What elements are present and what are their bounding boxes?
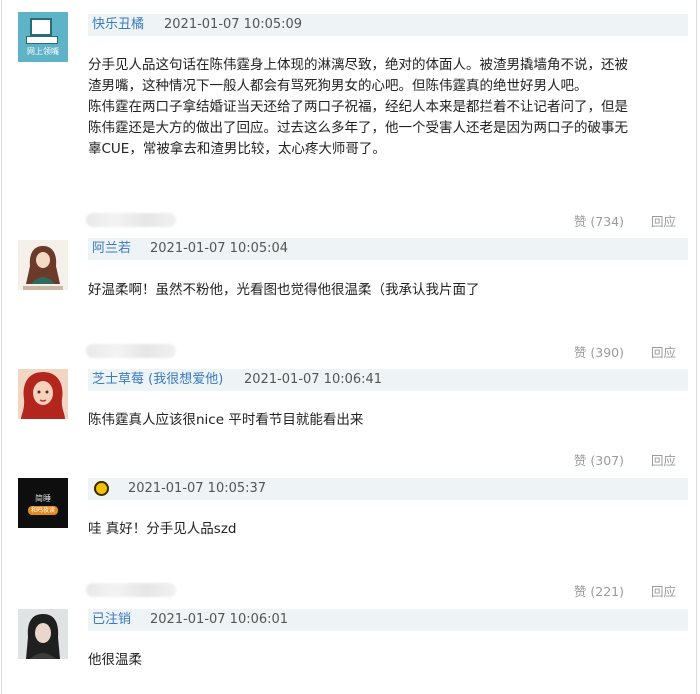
- comment-actions: 赞 (221) 回应: [0, 581, 700, 601]
- comment-line: 辜CUE，常被拿去和渣男比较，太心疼大师哥了。: [88, 141, 386, 157]
- emoji-avatar-icon[interactable]: [94, 481, 109, 496]
- comment-header: 阿兰若 2021-01-07 10:05:04: [88, 238, 688, 260]
- timestamp: 2021-01-07 10:05:37: [128, 481, 267, 496]
- comment-line: 好温柔啊！虽然不粉他，光看图也觉得他很温柔（我承认我片面了: [88, 282, 480, 298]
- like-button[interactable]: 赞 (221): [574, 581, 624, 600]
- avatar[interactable]: 简睡 和鸣夜读: [18, 478, 68, 528]
- comment-line: 陈伟霆还是大方的做出了回应。过去这么多年了，他一个受害人还老是因为两口子的破事无: [88, 120, 628, 136]
- reply-button[interactable]: 回应: [651, 450, 676, 469]
- comment-actions: 赞 (734) 回应: [0, 211, 700, 231]
- comment-header: 芝士草莓 (我很想爱他) 2021-01-07 10:06:41: [88, 369, 688, 391]
- avatar-badge: 和鸣夜读: [28, 506, 58, 515]
- comment-header: 已注销 2021-01-07 10:06:01: [88, 609, 688, 631]
- avatar[interactable]: [18, 609, 68, 659]
- blurred-region: [86, 344, 176, 358]
- comment-line: 他很温柔: [88, 652, 142, 668]
- comment-text: 他很温柔: [88, 650, 688, 671]
- username[interactable]: 已注销: [92, 609, 131, 631]
- computer-icon: [30, 18, 52, 36]
- comment-line: 分手见人品这句话在陈伟霆身上体现的淋漓尽致，绝对的体面人。被渣男撬墙角不说，还被: [88, 57, 628, 73]
- timestamp: 2021-01-07 10:05:04: [150, 241, 289, 256]
- comment-line: 陈伟霆在两口子拿结婚证当天还给了两口子祝福，经纪人本来是都拦着不让记者问了，但是: [88, 99, 628, 115]
- avatar[interactable]: 网上领嘴: [18, 12, 68, 62]
- timestamp: 2021-01-07 10:05:09: [164, 17, 303, 32]
- blurred-region: [86, 583, 176, 597]
- timestamp: 2021-01-07 10:06:41: [244, 372, 383, 387]
- like-button[interactable]: 赞 (390): [574, 342, 624, 361]
- username[interactable]: 快乐丑橘: [92, 14, 144, 36]
- comment-actions: 赞 (307) 回应: [0, 450, 700, 470]
- red-hair-portrait-icon: [21, 372, 65, 419]
- comment-text: 陈伟霆真人应该很nice 平时看节目就能看出来: [88, 410, 688, 431]
- comment-line: 渣男嘴，这种情况下一般人都会有骂死狗男女的心吧。但陈伟霆真的绝世好男人吧。: [88, 78, 588, 94]
- comment-header: 2021-01-07 10:05:37: [88, 478, 688, 500]
- comment-text: 好温柔啊！虽然不粉他，光看图也觉得他很温柔（我承认我片面了: [88, 280, 688, 301]
- comment-text: 哇 真好！分手见人品szd: [88, 519, 688, 540]
- comment-list: 网上领嘴 快乐丑橘 2021-01-07 10:05:09 分手见人品这句话在陈…: [0, 0, 700, 694]
- timestamp: 2021-01-07 10:06:01: [150, 612, 289, 627]
- avatar[interactable]: [18, 240, 68, 290]
- woman-portrait-icon: [23, 246, 63, 290]
- avatar-caption: 简睡: [35, 494, 51, 503]
- comment-line: 哇 真好！分手见人品szd: [88, 521, 237, 537]
- avatar-caption: 网上领嘴: [27, 47, 59, 56]
- comment-line: 陈伟霆真人应该很nice 平时看节目就能看出来: [88, 412, 364, 428]
- reply-button[interactable]: 回应: [651, 342, 676, 361]
- girl-portrait-icon: [26, 614, 60, 659]
- like-button[interactable]: 赞 (307): [574, 450, 624, 469]
- blurred-region: [86, 213, 176, 227]
- username[interactable]: 芝士草莓 (我很想爱他): [92, 369, 223, 391]
- comment-header: 快乐丑橘 2021-01-07 10:05:09: [88, 14, 688, 36]
- avatar[interactable]: [18, 369, 68, 419]
- username[interactable]: 阿兰若: [92, 238, 131, 260]
- like-button[interactable]: 赞 (734): [574, 211, 624, 230]
- comment-text: 分手见人品这句话在陈伟霆身上体现的淋漓尽致，绝对的体面人。被渣男撬墙角不说，还被…: [88, 55, 688, 160]
- reply-button[interactable]: 回应: [651, 211, 676, 230]
- comment-actions: 赞 (390) 回应: [0, 342, 700, 362]
- reply-button[interactable]: 回应: [651, 581, 676, 600]
